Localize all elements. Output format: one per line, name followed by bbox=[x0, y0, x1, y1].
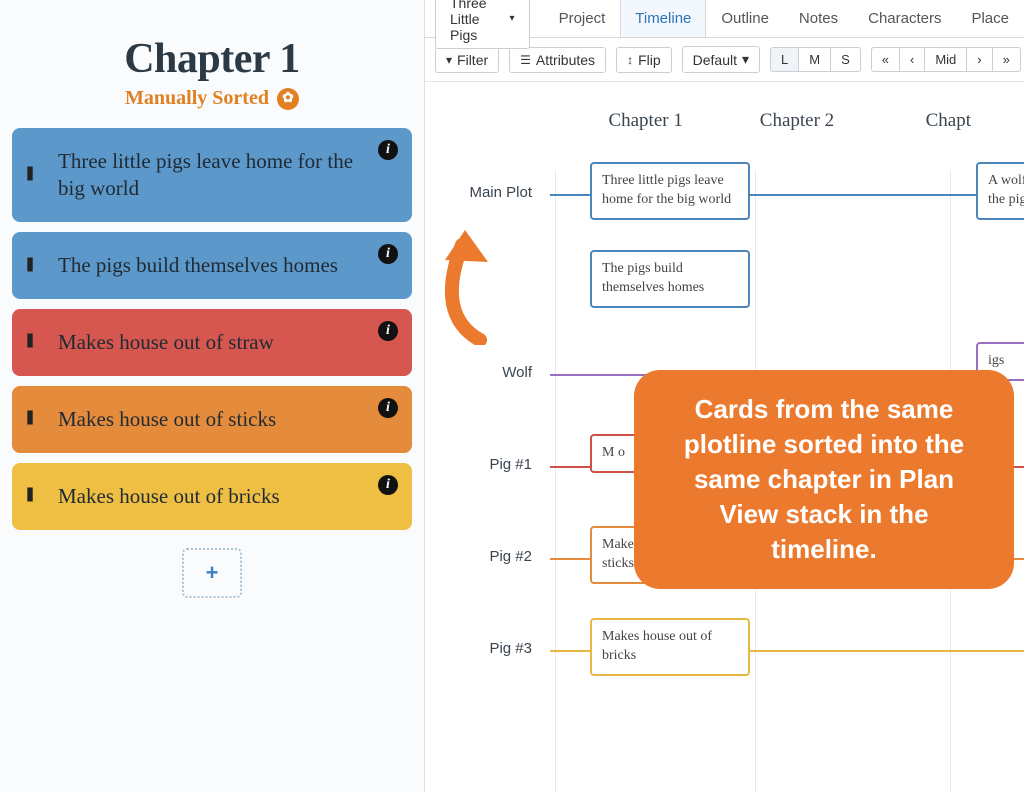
info-icon[interactable]: i bbox=[378, 321, 398, 341]
timeline-card[interactable]: The pigs build themselves homes bbox=[590, 250, 750, 308]
list-icon: ☰ bbox=[520, 53, 531, 67]
sort-indicator[interactable]: Manually Sorted ✿ bbox=[124, 87, 300, 110]
plan-panel: Chapter 1 Manually Sorted ✿ II i Three lit… bbox=[0, 0, 425, 792]
project-dropdown[interactable]: Three Little Pigs ▾ bbox=[435, 0, 530, 49]
lane-label: Main Plot bbox=[425, 162, 550, 201]
tab-notes[interactable]: Notes bbox=[784, 0, 853, 37]
lane-label: Wolf bbox=[425, 342, 550, 381]
lane-label: Pig #3 bbox=[425, 618, 550, 657]
tab-outline[interactable]: Outline bbox=[706, 0, 784, 37]
info-icon[interactable]: i bbox=[378, 475, 398, 495]
nav-last[interactable]: » bbox=[992, 47, 1021, 72]
nav-prev[interactable]: ‹ bbox=[899, 47, 925, 72]
plan-header: Chapter 1 Manually Sorted ✿ bbox=[124, 35, 300, 110]
callout-arrow-icon bbox=[420, 225, 520, 345]
tab-timeline[interactable]: Timeline bbox=[620, 0, 706, 37]
timeline-card[interactable]: A wolf pass the pigs' ho bbox=[976, 162, 1024, 220]
drag-handle-icon[interactable]: II bbox=[26, 331, 31, 354]
lane-track: Makes house out of bricks bbox=[550, 618, 1024, 624]
plan-card[interactable]: II i Three little pigs leave home for the … bbox=[12, 128, 412, 222]
nav-first[interactable]: « bbox=[871, 47, 900, 72]
timeline-card[interactable]: Makes house out of bricks bbox=[590, 618, 750, 676]
nav-mid[interactable]: Mid bbox=[924, 47, 967, 72]
sort-clear-icon[interactable]: ✿ bbox=[277, 88, 299, 110]
plan-card[interactable]: II i The pigs build themselves homes bbox=[12, 232, 412, 299]
project-name: Three Little Pigs bbox=[450, 0, 504, 43]
chapter-column-header[interactable]: Chapter 2 bbox=[721, 110, 872, 132]
lane-label: Pig #1 bbox=[425, 434, 550, 473]
chapter-title: Chapter 1 bbox=[124, 35, 300, 83]
caret-down-icon: ▾ bbox=[510, 13, 515, 24]
tab-place[interactable]: Place bbox=[956, 0, 1024, 37]
filter-icon: ▾ bbox=[446, 53, 452, 67]
plan-card-text: Makes house out of straw bbox=[58, 329, 364, 356]
zoom-size-m[interactable]: M bbox=[798, 47, 831, 72]
timeline-nav-group: «‹Mid›» bbox=[871, 47, 1021, 72]
drag-handle-icon[interactable]: II bbox=[26, 254, 31, 277]
chapter-header-row: Chapter 1Chapter 2Chapt bbox=[425, 110, 1024, 132]
filter-button[interactable]: ▾ Filter bbox=[435, 47, 499, 73]
filter-label: Filter bbox=[457, 52, 488, 68]
lane-track: igs bbox=[550, 342, 1024, 348]
add-card-button[interactable]: + bbox=[182, 548, 242, 598]
info-icon[interactable]: i bbox=[378, 140, 398, 160]
drag-handle-icon[interactable]: II bbox=[26, 408, 31, 431]
zoom-size-s[interactable]: S bbox=[830, 47, 861, 72]
nav-next[interactable]: › bbox=[966, 47, 992, 72]
plan-card-text: Three little pigs leave home for the big… bbox=[58, 148, 364, 202]
plan-card[interactable]: II i Makes house out of straw bbox=[12, 309, 412, 376]
lane-track: Three little pigs leave home for the big… bbox=[550, 162, 1024, 168]
lane-pig3: Pig #3 Makes house out of bricks bbox=[425, 618, 1024, 710]
plan-card[interactable]: II i Makes house out of sticks bbox=[12, 386, 412, 453]
top-nav-row: Three Little Pigs ▾ ProjectTimelineOutli… bbox=[425, 0, 1024, 38]
chapter-column-header[interactable]: Chapt bbox=[873, 110, 1024, 132]
zoom-size-group: LMS bbox=[770, 47, 861, 72]
caret-down-icon: ▾ bbox=[742, 51, 749, 68]
flip-button[interactable]: ↕ Flip bbox=[616, 47, 672, 73]
plan-card-list: II i Three little pigs leave home for the … bbox=[12, 128, 412, 539]
flip-icon: ↕ bbox=[627, 53, 633, 67]
attributes-button[interactable]: ☰ Attributes bbox=[509, 47, 606, 73]
plan-card[interactable]: II i Makes house out of bricks bbox=[12, 463, 412, 530]
nav-tabs: ProjectTimelineOutlineNotesCharactersPla… bbox=[544, 0, 1024, 37]
plan-card-text: Makes house out of sticks bbox=[58, 406, 364, 433]
plan-card-text: The pigs build themselves homes bbox=[58, 252, 364, 279]
explainer-callout: Cards from the same plotline sorted into… bbox=[634, 370, 1014, 589]
zoom-size-l[interactable]: L bbox=[770, 47, 799, 72]
default-button[interactable]: Default ▾ bbox=[682, 46, 760, 73]
plan-card-text: Makes house out of bricks bbox=[58, 483, 364, 510]
flip-label: Flip bbox=[638, 52, 661, 68]
tab-project[interactable]: Project bbox=[544, 0, 621, 37]
chapter-column-header[interactable]: Chapter 1 bbox=[570, 110, 721, 132]
sort-mode-label: Manually Sorted bbox=[125, 87, 269, 109]
lane-label: Pig #2 bbox=[425, 526, 550, 565]
tab-characters[interactable]: Characters bbox=[853, 0, 956, 37]
default-label: Default bbox=[693, 52, 737, 68]
drag-handle-icon[interactable]: II bbox=[26, 164, 31, 187]
timeline-card[interactable]: Three little pigs leave home for the big… bbox=[590, 162, 750, 220]
info-icon[interactable]: i bbox=[378, 244, 398, 264]
info-icon[interactable]: i bbox=[378, 398, 398, 418]
drag-handle-icon[interactable]: II bbox=[26, 485, 31, 508]
attributes-label: Attributes bbox=[536, 52, 595, 68]
